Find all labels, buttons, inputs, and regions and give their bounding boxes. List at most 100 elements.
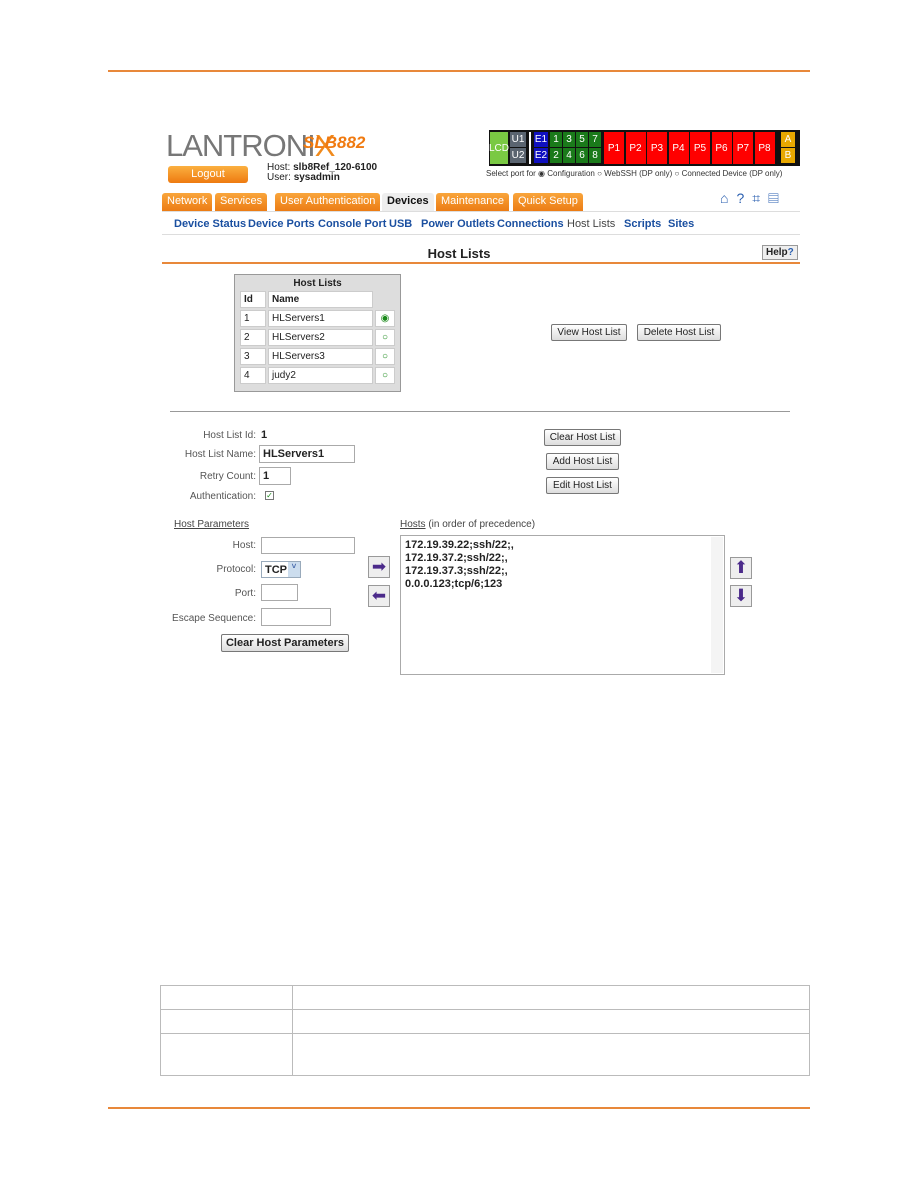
clear-host-parameters-button[interactable]: Clear Host Parameters (221, 634, 349, 652)
authentication-checkbox[interactable]: ✓ (265, 491, 274, 500)
hosts-list[interactable]: 172.19.39.22;ssh/22;, 172.19.37.2;ssh/22;… (400, 535, 725, 675)
subnav-power-outlets[interactable]: Power Outlets (421, 218, 495, 230)
tab-devices[interactable]: Devices (382, 193, 434, 211)
host-list-row[interactable]: 3 HLServers3 ○ (240, 348, 395, 365)
port-u1[interactable]: U1 (510, 132, 526, 147)
port-2[interactable]: 2 (550, 148, 562, 163)
network-icon[interactable]: ⌗ (752, 190, 768, 206)
view-host-list-button[interactable]: View Host List (551, 324, 627, 341)
chevron-down-icon: ˅ (288, 562, 300, 577)
remove-host-arrow-button[interactable]: ⬅ (368, 585, 390, 607)
add-host-list-button[interactable]: Add Host List (546, 453, 619, 470)
row-id: 4 (240, 367, 266, 384)
host-list-name-input[interactable]: HLServers1 (259, 445, 355, 463)
port-3[interactable]: 3 (563, 132, 575, 147)
retry-count-input[interactable]: 1 (259, 467, 291, 485)
host-parameters-heading: Host Parameters (174, 519, 250, 530)
subnav-console-port[interactable]: Console Port (318, 218, 386, 230)
port-p5[interactable]: P5 (690, 132, 710, 164)
edit-host-list-button[interactable]: Edit Host List (546, 477, 619, 494)
port-b[interactable]: B (781, 148, 795, 163)
subnav-host-lists[interactable]: Host Lists (567, 218, 615, 230)
tab-quick-setup[interactable]: Quick Setup (513, 193, 583, 211)
host-entry[interactable]: 172.19.39.22;ssh/22;, (405, 539, 720, 552)
subnav-device-ports[interactable]: Device Ports (248, 218, 315, 230)
row-radio[interactable]: ○ (375, 367, 395, 384)
row-name: HLServers3 (268, 348, 373, 365)
logout-button[interactable]: Logout (168, 166, 248, 183)
arrow-right-icon: ➡ (371, 557, 387, 576)
subnav-usb[interactable]: USB (389, 218, 412, 230)
tab-maintenance[interactable]: Maintenance (436, 193, 509, 211)
hosts-scrollbar[interactable] (711, 537, 723, 673)
session-info: Host: slb8Ref_120-6100 User: sysadmin (267, 162, 378, 183)
subnav-device-status[interactable]: Device Status (174, 218, 246, 230)
row-radio[interactable]: ◉ (375, 310, 395, 327)
port-lcd[interactable]: LCD (489, 132, 509, 164)
radio-webssh[interactable]: ○ WebSSH (DP only) (597, 169, 672, 178)
host-lists-table: Host Lists Id Name 1 HLServers1 ◉ 2 HLServers… (234, 274, 401, 392)
radio-configuration[interactable]: ◉ Configuration (538, 169, 595, 178)
port-p4[interactable]: P4 (668, 132, 689, 164)
port-panel: LCD U1 U2 E1 E2 1 3 5 7 2 4 6 8 P1 P2 P3 P4 P5 P6 P7 P8 A B (489, 130, 800, 166)
help-button[interactable]: Help? (762, 245, 798, 260)
subnav-scripts[interactable]: Scripts (624, 218, 661, 230)
tab-user-authentication[interactable]: User Authentication (275, 193, 381, 211)
delete-host-list-button[interactable]: Delete Host List (637, 324, 721, 341)
port-6[interactable]: 6 (576, 148, 588, 163)
port-8[interactable]: 8 (589, 148, 601, 163)
row-radio[interactable]: ○ (375, 329, 395, 346)
row-name: judy2 (268, 367, 373, 384)
port-p1[interactable]: P1 (604, 132, 624, 164)
host-entry[interactable]: 0.0.0.123;tcp/6;123 (405, 578, 720, 591)
row-id: 2 (240, 329, 266, 346)
host-entry[interactable]: 172.19.37.3;ssh/22;, (405, 565, 720, 578)
host-entry[interactable]: 172.19.37.2;ssh/22;, (405, 552, 720, 565)
model-name: SLB882 (303, 133, 366, 152)
add-host-arrow-button[interactable]: ➡ (368, 556, 390, 578)
port-p3[interactable]: P3 (647, 132, 667, 164)
row-radio[interactable]: ○ (375, 348, 395, 365)
host-input[interactable] (261, 537, 355, 554)
tab-network[interactable]: Network (162, 193, 213, 211)
subnav-connections[interactable]: Connections (497, 218, 564, 230)
subnav-sites[interactable]: Sites (668, 218, 694, 230)
move-up-button[interactable]: ⬆ (730, 557, 752, 579)
arrow-down-icon: ⬇ (733, 586, 749, 605)
footer-rule (108, 1107, 810, 1109)
row-id: 3 (240, 348, 266, 365)
port-u2[interactable]: U2 (510, 148, 526, 163)
host-list-id: 1 (261, 429, 268, 441)
move-down-button[interactable]: ⬇ (730, 585, 752, 607)
port-e2[interactable]: E2 (534, 148, 548, 163)
port-7[interactable]: 7 (589, 132, 601, 147)
arrow-left-icon: ⬅ (371, 586, 387, 605)
port-p8[interactable]: P8 (754, 132, 775, 164)
tab-services[interactable]: Services (215, 193, 268, 211)
port-p6[interactable]: P6 (711, 132, 732, 164)
host-list-row[interactable]: 1 HLServers1 ◉ (240, 310, 395, 327)
protocol-select[interactable]: TCP ˅ (261, 561, 301, 578)
row-name: HLServers1 (268, 310, 373, 327)
port-input[interactable] (261, 584, 298, 601)
port-1[interactable]: 1 (550, 132, 562, 147)
row-name: HLServers2 (268, 329, 373, 346)
port-e1[interactable]: E1 (534, 132, 548, 147)
radio-connected-device[interactable]: ○ Connected Device (DP only) (675, 169, 783, 178)
port-a[interactable]: A (781, 132, 795, 147)
escape-sequence-input[interactable] (261, 608, 331, 626)
log-icon[interactable]: ▤ (768, 190, 787, 206)
document-table (160, 985, 810, 1076)
port-p2[interactable]: P2 (625, 132, 646, 164)
port-4[interactable]: 4 (563, 148, 575, 163)
hosts-heading: Hosts (in order of precedence) (400, 519, 536, 530)
home-icon[interactable]: ⌂ (720, 190, 736, 206)
host-list-row[interactable]: 4 judy2 ○ (240, 367, 395, 384)
port-5[interactable]: 5 (576, 132, 588, 147)
toolbar-icons: ⌂?⌗▤ (720, 190, 787, 207)
user-name: sysadmin (293, 172, 340, 183)
help-icon[interactable]: ? (736, 190, 752, 206)
host-list-row[interactable]: 2 HLServers2 ○ (240, 329, 395, 346)
port-p7[interactable]: P7 (733, 132, 753, 164)
clear-host-list-button[interactable]: Clear Host List (544, 429, 621, 446)
